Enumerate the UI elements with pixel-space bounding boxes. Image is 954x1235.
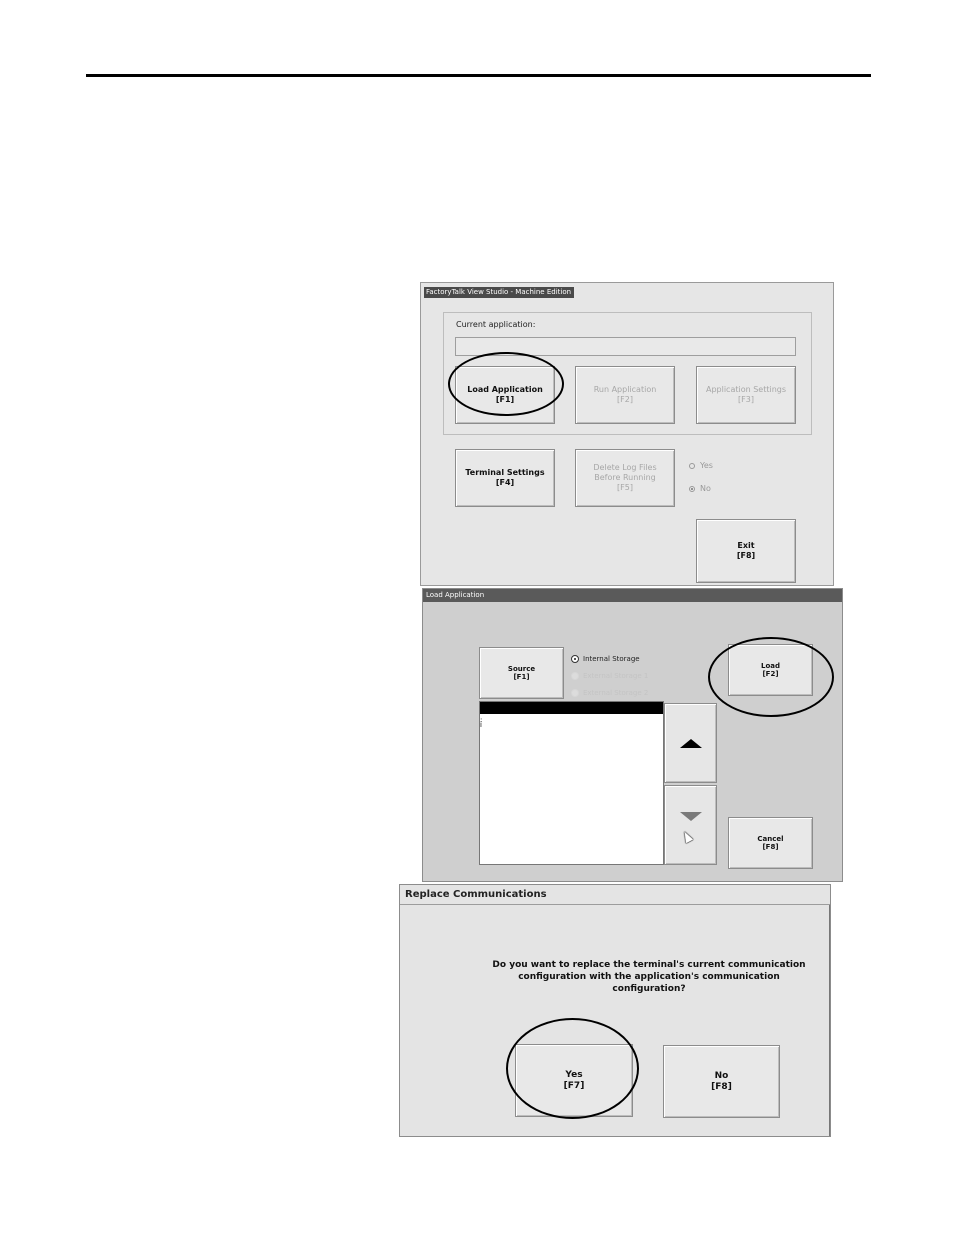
application-settings-label: Application Settings	[705, 385, 787, 394]
radio-external-2-icon	[571, 688, 579, 697]
source-label: Source	[507, 665, 536, 673]
run-application-button[interactable]: Run Application [F2]	[575, 366, 675, 424]
page-top-rule	[86, 74, 871, 77]
no-label: No	[714, 1070, 729, 1081]
load-key: [F2]	[762, 670, 779, 678]
window-border	[829, 905, 830, 1136]
cancel-key: [F8]	[762, 843, 779, 851]
radio-internal-icon	[571, 654, 579, 663]
question-line-1: Do you want to replace the terminal's cu…	[492, 960, 806, 970]
source-key: [F1]	[513, 673, 530, 681]
current-application-field	[455, 337, 796, 356]
exit-label: Exit	[737, 541, 755, 550]
storage-option-label: Internal Storage	[583, 654, 640, 663]
cancel-label: Cancel	[757, 835, 784, 843]
delete-log-files-label-1: Delete Log Files	[593, 463, 657, 472]
option-no[interactable]: No	[689, 484, 711, 493]
delete-log-files-button[interactable]: Delete Log Files Before Running [F5]	[575, 449, 675, 507]
replace-communications-window: Replace Communications Do you want to re…	[399, 884, 831, 1137]
terminal-settings-label: Terminal Settings	[465, 468, 545, 477]
delete-log-files-key: [F5]	[617, 483, 633, 492]
run-application-key: [F2]	[617, 395, 633, 404]
current-application-label: Current application:	[456, 320, 536, 329]
window-title: FactoryTalk View Studio - Machine Editio…	[424, 287, 574, 298]
list-selected-row[interactable]	[480, 702, 663, 714]
load-application-label: Load Application	[467, 385, 543, 394]
storage-option-external-2[interactable]: External Storage 2	[571, 684, 648, 701]
application-settings-key: [F3]	[738, 395, 754, 404]
list-item[interactable]: : i	[480, 717, 482, 729]
radio-external-1-icon	[571, 671, 579, 680]
load-application-key: [F1]	[495, 395, 515, 404]
replace-question: Do you want to replace the terminal's cu…	[484, 959, 814, 995]
option-yes-label: Yes	[700, 461, 713, 470]
no-key: [F8]	[711, 1081, 732, 1092]
exit-button[interactable]: Exit [F8]	[696, 519, 796, 583]
window-title: Load Application	[423, 589, 842, 602]
main-menu-window: FactoryTalk View Studio - Machine Editio…	[420, 282, 834, 586]
arrow-up-icon	[679, 738, 702, 748]
run-application-label: Run Application	[593, 385, 657, 394]
application-settings-button[interactable]: Application Settings [F3]	[696, 366, 796, 424]
load-application-button[interactable]: Load Application [F1]	[455, 366, 555, 424]
terminal-settings-button[interactable]: Terminal Settings [F4]	[455, 449, 555, 507]
load-button[interactable]: Load [F2]	[728, 644, 813, 696]
storage-options: Internal Storage External Storage 1 Exte…	[571, 650, 648, 701]
no-button[interactable]: No [F8]	[663, 1045, 780, 1118]
terminal-settings-key: [F4]	[495, 478, 515, 487]
yes-button[interactable]: Yes [F7]	[515, 1044, 633, 1117]
yes-key: [F7]	[563, 1080, 585, 1091]
storage-option-label: External Storage 1	[583, 671, 649, 680]
radio-no-icon	[689, 485, 695, 492]
storage-option-internal[interactable]: Internal Storage	[571, 650, 648, 667]
cancel-button[interactable]: Cancel [F8]	[728, 817, 813, 869]
arrow-down-icon	[679, 811, 702, 821]
radio-yes-icon	[689, 462, 695, 469]
option-no-label: No	[700, 484, 711, 493]
scroll-down-button[interactable]	[664, 785, 717, 865]
scroll-up-button[interactable]	[664, 703, 717, 783]
delete-log-files-label-2: Before Running	[594, 473, 656, 482]
source-button[interactable]: Source [F1]	[479, 647, 564, 699]
load-application-window: Load Application Source [F1] Internal St…	[422, 588, 843, 882]
exit-key: [F8]	[736, 551, 756, 560]
storage-option-external-1[interactable]: External Storage 1	[571, 667, 648, 684]
load-label: Load	[760, 662, 780, 670]
yes-label: Yes	[565, 1069, 583, 1080]
application-list[interactable]: : i	[479, 701, 664, 865]
mouse-cursor-icon	[680, 829, 694, 844]
option-yes[interactable]: Yes	[689, 461, 713, 470]
window-title: Replace Communications	[400, 885, 830, 905]
question-line-2: configuration with the application's com…	[518, 972, 780, 994]
storage-option-label: External Storage 2	[583, 688, 649, 697]
